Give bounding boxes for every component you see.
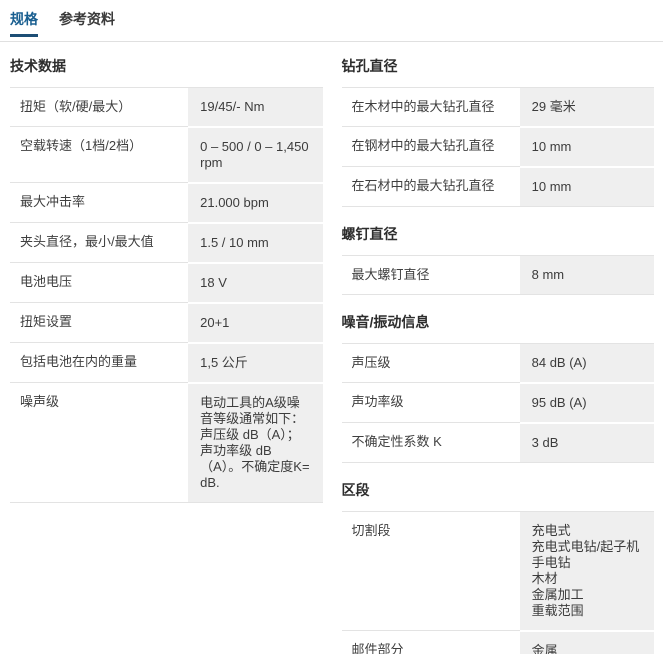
spec-label: 切割段	[342, 512, 520, 630]
section-title: 技术数据	[10, 57, 323, 75]
section-title: 区段	[342, 481, 655, 499]
spec-value: 29 毫米	[520, 88, 654, 126]
spec-column-left: 技术数据扭矩（软/硬/最大）19/45/- Nm空载转速（1档/2档）0 – 5…	[10, 57, 323, 503]
spec-value: 3 dB	[520, 422, 654, 462]
spec-label: 扭矩设置	[10, 302, 188, 342]
table-row: 在木材中的最大钻孔直径29 毫米	[342, 88, 655, 126]
spec-value: 20+1	[188, 302, 322, 342]
spec-value: 84 dB (A)	[520, 344, 654, 382]
spec-value: 10 mm	[520, 166, 654, 206]
table-row: 不确定性系数 K3 dB	[342, 422, 655, 462]
table-row: 空载转速（1档/2档）0 – 500 / 0 – 1,450 rpm	[10, 126, 323, 182]
table-row: 邮件部分金属 石材 木材	[342, 630, 655, 654]
spec-value: 电动工具的A级噪音等级通常如下： 声压级 dB（A）； 声功率级 dB（A）。不…	[188, 382, 322, 502]
table-row: 在钢材中的最大钻孔直径10 mm	[342, 126, 655, 166]
spec-value: 1,5 公斤	[188, 342, 322, 382]
spec-value: 8 mm	[520, 256, 654, 294]
spec-label: 声功率级	[342, 382, 520, 422]
spec-section: 噪音/振动信息声压级84 dB (A)声功率级95 dB (A)不确定性系数 K…	[342, 313, 655, 463]
spec-section: 钻孔直径在木材中的最大钻孔直径29 毫米在钢材中的最大钻孔直径10 mm在石材中…	[342, 57, 655, 207]
section-title: 螺钉直径	[342, 225, 655, 243]
spec-label: 夹头直径，最小/最大值	[10, 222, 188, 262]
spec-column-right: 钻孔直径在木材中的最大钻孔直径29 毫米在钢材中的最大钻孔直径10 mm在石材中…	[342, 57, 655, 654]
spec-value: 19/45/- Nm	[188, 88, 322, 126]
spec-label: 空载转速（1档/2档）	[10, 126, 188, 182]
spec-value: 21.000 bpm	[188, 182, 322, 222]
spec-table: 切割段充电式 充电式电钻/起子机 手电钻 木材 金属加工 重载范围邮件部分金属 …	[342, 511, 655, 654]
spec-value: 金属 石材 木材	[520, 630, 654, 654]
spec-label: 在石材中的最大钻孔直径	[342, 166, 520, 206]
table-row: 声功率级95 dB (A)	[342, 382, 655, 422]
spec-content: 技术数据扭矩（软/硬/最大）19/45/- Nm空载转速（1档/2档）0 – 5…	[0, 42, 663, 654]
table-row: 夹头直径，最小/最大值1.5 / 10 mm	[10, 222, 323, 262]
table-row: 声压级84 dB (A)	[342, 344, 655, 382]
table-row: 最大冲击率21.000 bpm	[10, 182, 323, 222]
spec-label: 不确定性系数 K	[342, 422, 520, 462]
tab-bar: 规格参考资料	[0, 0, 663, 42]
spec-value: 10 mm	[520, 126, 654, 166]
spec-value: 18 V	[188, 262, 322, 302]
spec-value: 0 – 500 / 0 – 1,450 rpm	[188, 126, 322, 182]
table-row: 包括电池在内的重量1,5 公斤	[10, 342, 323, 382]
spec-section: 区段切割段充电式 充电式电钻/起子机 手电钻 木材 金属加工 重载范围邮件部分金…	[342, 481, 655, 654]
table-row: 在石材中的最大钻孔直径10 mm	[342, 166, 655, 206]
spec-label: 声压级	[342, 344, 520, 382]
spec-value: 充电式 充电式电钻/起子机 手电钻 木材 金属加工 重载范围	[520, 512, 654, 630]
spec-label: 电池电压	[10, 262, 188, 302]
spec-table: 声压级84 dB (A)声功率级95 dB (A)不确定性系数 K3 dB	[342, 343, 655, 463]
spec-table: 最大螺钉直径8 mm	[342, 255, 655, 295]
tab-reference-materials[interactable]: 参考资料	[59, 10, 115, 37]
table-row: 扭矩（软/硬/最大）19/45/- Nm	[10, 88, 323, 126]
spec-label: 最大螺钉直径	[342, 256, 520, 294]
table-row: 电池电压18 V	[10, 262, 323, 302]
table-row: 最大螺钉直径8 mm	[342, 256, 655, 294]
spec-label: 扭矩（软/硬/最大）	[10, 88, 188, 126]
spec-table: 扭矩（软/硬/最大）19/45/- Nm空载转速（1档/2档）0 – 500 /…	[10, 87, 323, 503]
table-row: 噪声级电动工具的A级噪音等级通常如下： 声压级 dB（A）； 声功率级 dB（A…	[10, 382, 323, 502]
spec-label: 包括电池在内的重量	[10, 342, 188, 382]
spec-label: 最大冲击率	[10, 182, 188, 222]
table-row: 扭矩设置20+1	[10, 302, 323, 342]
spec-label: 邮件部分	[342, 630, 520, 654]
spec-value: 1.5 / 10 mm	[188, 222, 322, 262]
section-title: 钻孔直径	[342, 57, 655, 75]
spec-section: 技术数据扭矩（软/硬/最大）19/45/- Nm空载转速（1档/2档）0 – 5…	[10, 57, 323, 503]
spec-label: 在木材中的最大钻孔直径	[342, 88, 520, 126]
table-row: 切割段充电式 充电式电钻/起子机 手电钻 木材 金属加工 重载范围	[342, 512, 655, 630]
section-title: 噪音/振动信息	[342, 313, 655, 331]
spec-section: 螺钉直径最大螺钉直径8 mm	[342, 225, 655, 295]
spec-value: 95 dB (A)	[520, 382, 654, 422]
spec-table: 在木材中的最大钻孔直径29 毫米在钢材中的最大钻孔直径10 mm在石材中的最大钻…	[342, 87, 655, 207]
spec-label: 在钢材中的最大钻孔直径	[342, 126, 520, 166]
spec-label: 噪声级	[10, 382, 188, 502]
tab-specifications[interactable]: 规格	[10, 10, 38, 37]
